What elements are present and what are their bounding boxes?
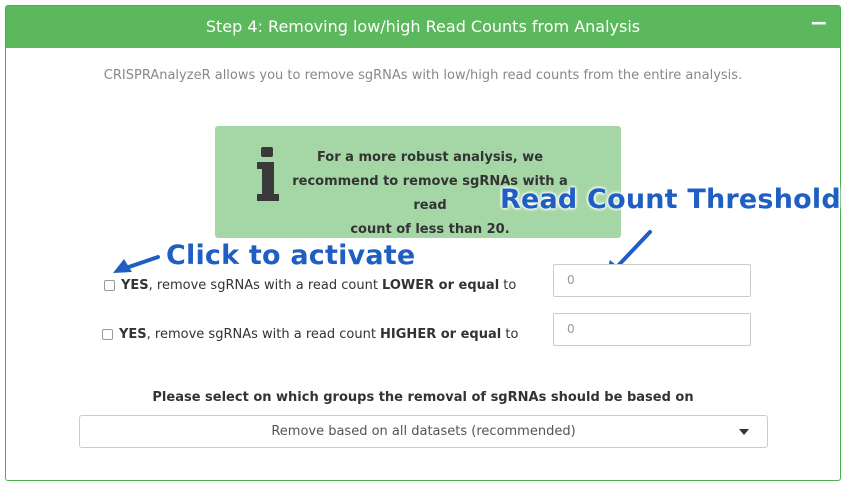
collapse-button[interactable]: −: [810, 6, 828, 42]
panel-header: Step 4: Removing low/high Read Counts fr…: [6, 6, 840, 48]
higher-threshold-input[interactable]: 0: [553, 313, 751, 346]
intro-text: CRISPRAnalyzeR allows you to remove sgRN…: [103, 68, 743, 83]
yes-label: YES: [121, 278, 149, 293]
annotation-activate: Click to activate: [166, 240, 416, 271]
filter-text: , remove sgRNAs with a read count: [146, 327, 381, 342]
info-line: count of less than 20.: [350, 222, 510, 237]
caret-down-icon: [739, 429, 749, 435]
group-select[interactable]: Remove based on all datasets (recommende…: [79, 415, 768, 448]
info-icon: [257, 147, 279, 201]
yes-label: YES: [119, 327, 147, 342]
filter-text-after: to: [501, 327, 519, 342]
higher-checkbox[interactable]: [102, 329, 113, 340]
filter-emphasis: HIGHER or equal: [380, 327, 502, 342]
arrow-activate-icon: [113, 253, 162, 273]
lower-checkbox[interactable]: [104, 280, 115, 291]
annotation-threshold: Read Count Threshold: [500, 184, 841, 215]
filter-emphasis: LOWER or equal: [382, 278, 500, 293]
filter-text: , remove sgRNAs with a read count: [148, 278, 383, 293]
group-select-label: Please select on which groups the remova…: [152, 390, 694, 405]
step4-panel: Step 4: Removing low/high Read Counts fr…: [5, 5, 841, 481]
group-select-value: Remove based on all datasets (recommende…: [271, 424, 576, 439]
lower-threshold-input[interactable]: 0: [553, 264, 751, 297]
info-line: For a more robust analysis, we: [316, 150, 544, 165]
filter-text-after: to: [499, 278, 517, 293]
filter-row-higher: YES, remove sgRNAs with a read count HIG…: [102, 327, 518, 342]
panel-title: Step 4: Removing low/high Read Counts fr…: [205, 17, 641, 36]
filter-row-lower: YES, remove sgRNAs with a read count LOW…: [104, 278, 516, 293]
